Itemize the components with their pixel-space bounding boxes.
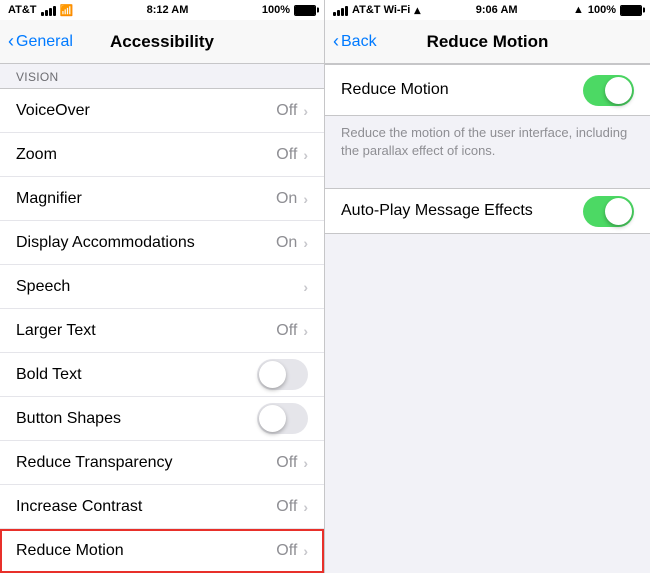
right-panel: AT&T Wi-Fi ▴ 9:06 AM ▲ 100% ‹ Back Reduc… bbox=[325, 0, 650, 573]
left-time: 8:12 AM bbox=[147, 4, 189, 16]
magnifier-value: On bbox=[276, 190, 297, 208]
left-wifi-icon: 📶 bbox=[60, 4, 74, 17]
right-status-right: ▲ 100% bbox=[573, 4, 642, 16]
reduce-motion-toggle-row[interactable]: Reduce Motion bbox=[325, 65, 650, 115]
right-time: 9:06 AM bbox=[476, 4, 518, 16]
larger-text-chevron-icon: › bbox=[303, 323, 308, 339]
right-location-icon: ▲ bbox=[573, 4, 584, 16]
reduce-motion-row[interactable]: Reduce Motion Off › bbox=[0, 529, 324, 573]
reduce-motion-toggle[interactable] bbox=[583, 75, 634, 106]
right-battery-label: 100% bbox=[588, 4, 616, 16]
right-back-chevron-icon: ‹ bbox=[333, 31, 339, 52]
reduce-motion-setting-label: Reduce Motion bbox=[341, 81, 583, 99]
left-back-label: General bbox=[16, 33, 73, 51]
right-back-button[interactable]: ‹ Back bbox=[333, 31, 377, 52]
left-status-left: AT&T 📶 bbox=[8, 4, 73, 17]
display-accommodations-value: On bbox=[276, 234, 297, 252]
right-status-left: AT&T Wi-Fi ▴ bbox=[333, 3, 420, 17]
left-carrier: AT&T bbox=[8, 4, 37, 16]
button-shapes-toggle[interactable] bbox=[257, 403, 308, 434]
reduce-transparency-label: Reduce Transparency bbox=[16, 454, 276, 472]
vision-section-header: VISION bbox=[0, 64, 324, 88]
speech-label: Speech bbox=[16, 278, 303, 296]
reduce-motion-label: Reduce Motion bbox=[16, 542, 276, 560]
zoom-chevron-icon: › bbox=[303, 147, 308, 163]
left-back-chevron-icon: ‹ bbox=[8, 31, 14, 52]
right-battery-icon bbox=[620, 5, 642, 16]
left-nav-title: Accessibility bbox=[110, 32, 214, 52]
reduce-motion-description: Reduce the motion of the user interface,… bbox=[325, 116, 650, 172]
bold-text-toggle[interactable] bbox=[257, 359, 308, 390]
increase-contrast-chevron-icon: › bbox=[303, 499, 308, 515]
button-shapes-row[interactable]: Button Shapes bbox=[0, 397, 324, 441]
right-back-label: Back bbox=[341, 33, 377, 51]
magnifier-chevron-icon: › bbox=[303, 191, 308, 207]
right-status-bar: AT&T Wi-Fi ▴ 9:06 AM ▲ 100% bbox=[325, 0, 650, 20]
autoplay-toggle-row[interactable]: Auto-Play Message Effects bbox=[325, 189, 650, 233]
right-carrier: AT&T Wi-Fi bbox=[352, 4, 410, 16]
voiceover-label: VoiceOver bbox=[16, 102, 276, 120]
speech-row[interactable]: Speech › bbox=[0, 265, 324, 309]
reduce-motion-list: Reduce Motion bbox=[325, 64, 650, 116]
increase-contrast-label: Increase Contrast bbox=[16, 498, 276, 516]
left-back-button[interactable]: ‹ General bbox=[8, 31, 73, 52]
display-accommodations-label: Display Accommodations bbox=[16, 234, 276, 252]
right-nav-title: Reduce Motion bbox=[427, 32, 549, 52]
autoplay-label: Auto-Play Message Effects bbox=[341, 202, 583, 220]
display-accommodations-row[interactable]: Display Accommodations On › bbox=[0, 221, 324, 265]
accessibility-list: VoiceOver Off › Zoom Off › Magnifier On … bbox=[0, 88, 324, 573]
reduce-motion-value: Off bbox=[276, 542, 297, 560]
right-wifi-icon: ▴ bbox=[414, 3, 420, 17]
display-accommodations-chevron-icon: › bbox=[303, 235, 308, 251]
right-signal-icon bbox=[333, 4, 348, 16]
reduce-transparency-chevron-icon: › bbox=[303, 455, 308, 471]
left-battery-icon bbox=[294, 5, 316, 16]
larger-text-label: Larger Text bbox=[16, 322, 276, 340]
speech-chevron-icon: › bbox=[303, 279, 308, 295]
bold-text-label: Bold Text bbox=[16, 366, 257, 384]
zoom-label: Zoom bbox=[16, 146, 276, 164]
autoplay-list: Auto-Play Message Effects bbox=[325, 188, 650, 234]
magnifier-row[interactable]: Magnifier On › bbox=[0, 177, 324, 221]
right-nav-bar: ‹ Back Reduce Motion bbox=[325, 20, 650, 64]
left-nav-bar: ‹ General Accessibility bbox=[0, 20, 324, 64]
button-shapes-label: Button Shapes bbox=[16, 410, 257, 428]
larger-text-value: Off bbox=[276, 322, 297, 340]
left-battery-label: 100% bbox=[262, 4, 290, 16]
magnifier-label: Magnifier bbox=[16, 190, 276, 208]
reduce-transparency-row[interactable]: Reduce Transparency Off › bbox=[0, 441, 324, 485]
increase-contrast-row[interactable]: Increase Contrast Off › bbox=[0, 485, 324, 529]
bold-text-row[interactable]: Bold Text bbox=[0, 353, 324, 397]
right-content: Reduce Motion Reduce the motion of the u… bbox=[325, 64, 650, 573]
left-status-right: 100% bbox=[262, 4, 316, 16]
reduce-motion-chevron-icon: › bbox=[303, 543, 308, 559]
increase-contrast-value: Off bbox=[276, 498, 297, 516]
autoplay-toggle[interactable] bbox=[583, 196, 634, 227]
left-status-bar: AT&T 📶 8:12 AM 100% bbox=[0, 0, 324, 20]
left-signal-icon bbox=[41, 4, 56, 16]
zoom-row[interactable]: Zoom Off › bbox=[0, 133, 324, 177]
voiceover-row[interactable]: VoiceOver Off › bbox=[0, 89, 324, 133]
voiceover-value: Off bbox=[276, 102, 297, 120]
reduce-transparency-value: Off bbox=[276, 454, 297, 472]
left-panel: AT&T 📶 8:12 AM 100% ‹ General Accessibil… bbox=[0, 0, 325, 573]
larger-text-row[interactable]: Larger Text Off › bbox=[0, 309, 324, 353]
left-content: VISION VoiceOver Off › Zoom Off › Magnif… bbox=[0, 64, 324, 573]
zoom-value: Off bbox=[276, 146, 297, 164]
voiceover-chevron-icon: › bbox=[303, 103, 308, 119]
